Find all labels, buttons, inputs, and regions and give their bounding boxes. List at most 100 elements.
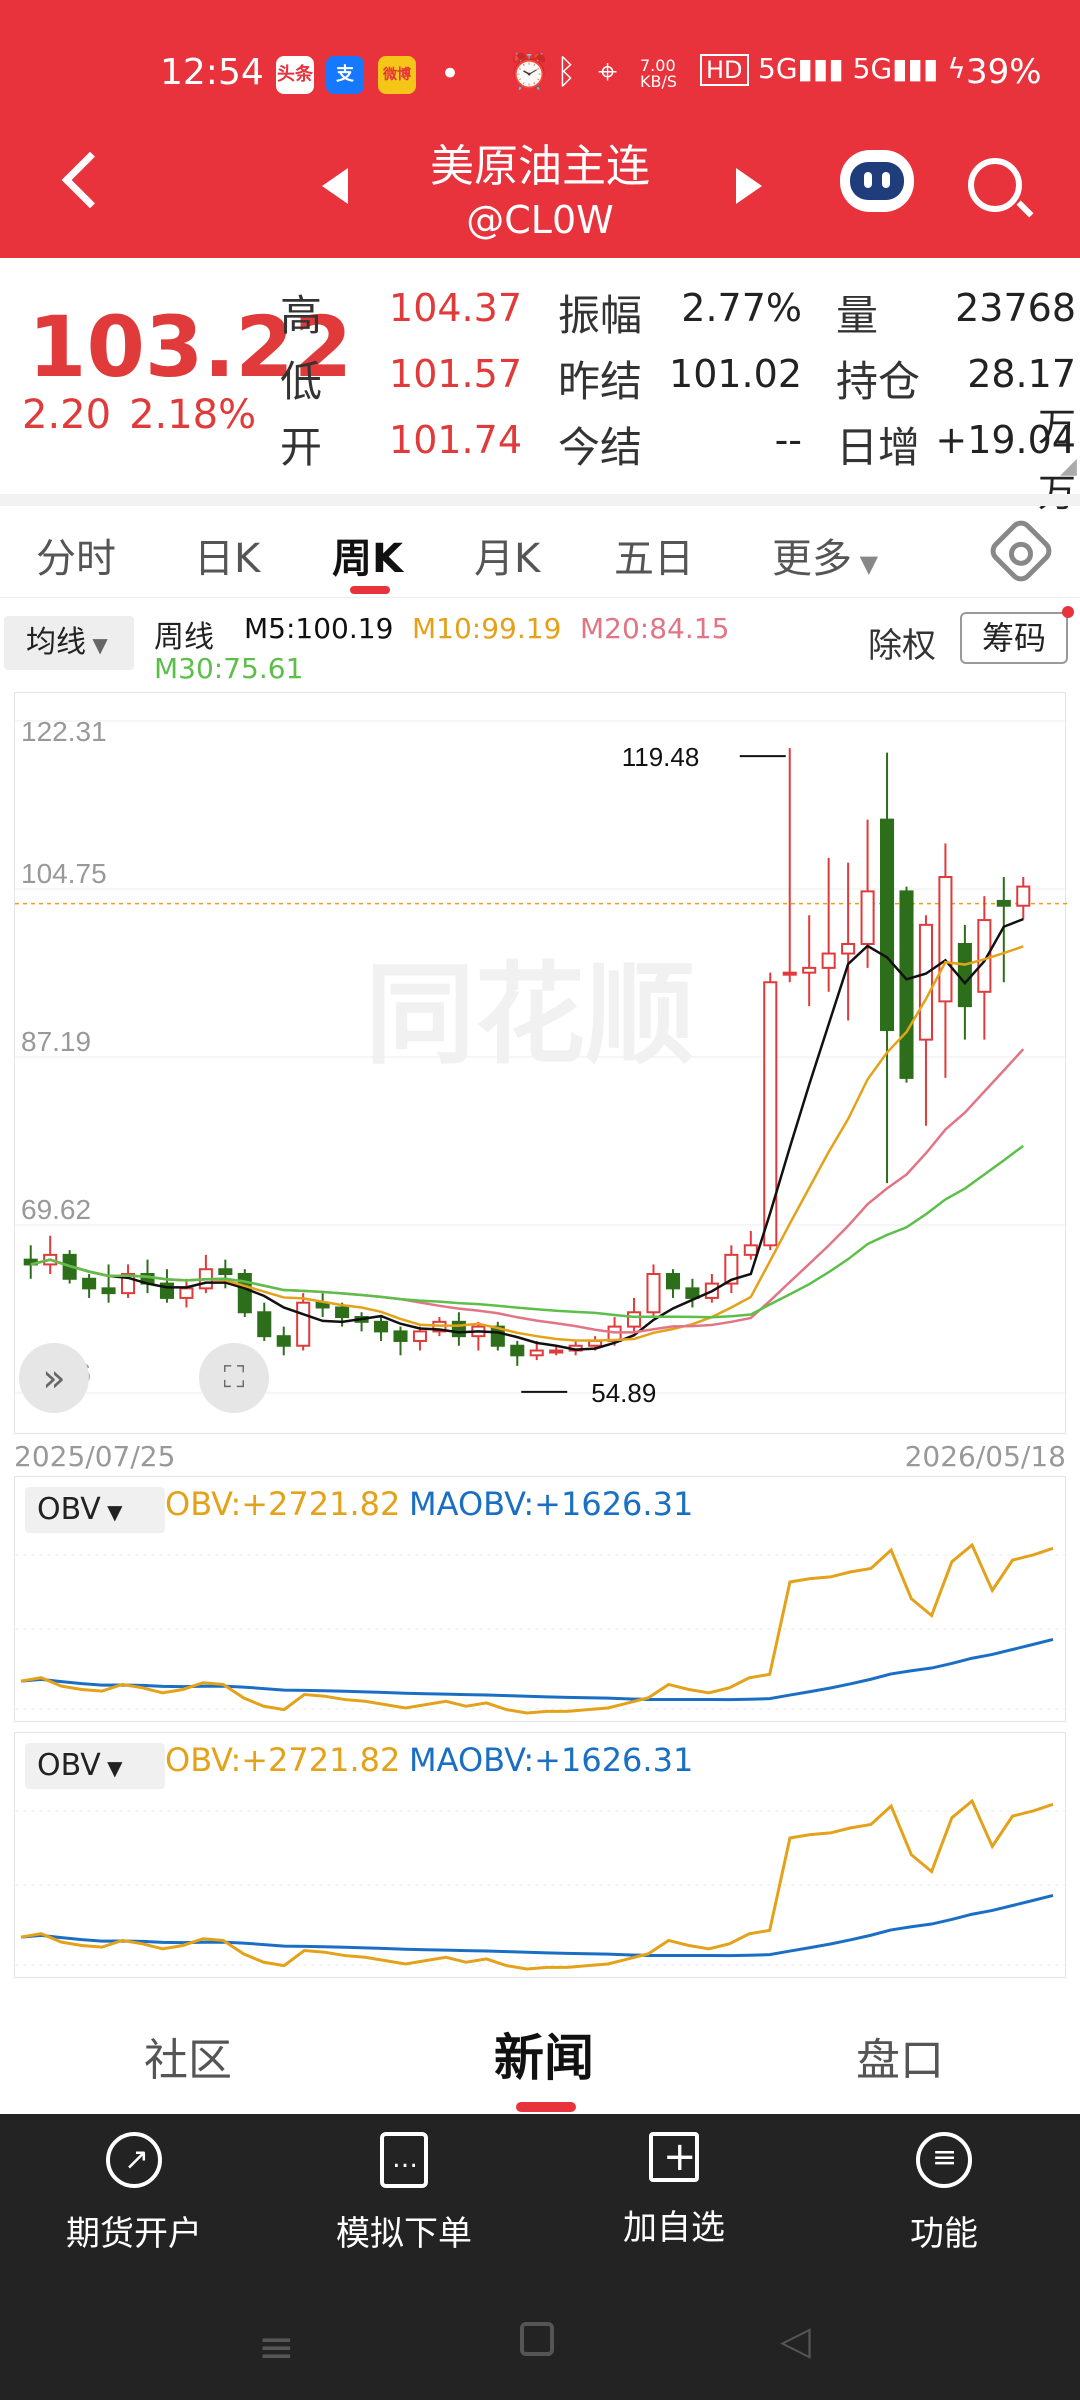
value-open: 101.74 xyxy=(389,418,522,462)
candle-up xyxy=(646,1273,661,1314)
value-today-settle: -- xyxy=(774,418,802,462)
signal-icon: 5G▮▮▮ 5G▮▮▮ ϟ xyxy=(758,52,966,85)
candle-down xyxy=(276,1335,291,1347)
candle-down xyxy=(510,1344,525,1357)
contract-code: @CL0W xyxy=(466,198,614,242)
next-contract-icon[interactable] xyxy=(736,168,762,204)
y-tick-label: 87.19 xyxy=(21,1026,91,1057)
battery-level: 39% xyxy=(966,52,1042,92)
label-daily-increase: 日增 xyxy=(836,423,921,472)
candle-down xyxy=(101,1287,116,1295)
candle-down xyxy=(335,1306,350,1319)
tab-daily-k[interactable]: 日K xyxy=(194,526,260,584)
candle-up xyxy=(918,923,933,1041)
add-watchlist-button[interactable]: + 加自选 xyxy=(574,2132,774,2249)
candle-up xyxy=(296,1301,311,1347)
candle-down xyxy=(685,1287,700,1299)
ma-select[interactable]: 均线 ▼ xyxy=(4,616,134,670)
tab-more[interactable]: 更多 ▼ xyxy=(772,526,878,584)
value-prev-settle: 101.02 xyxy=(669,352,802,396)
fullscreen-icon[interactable]: ⛶ xyxy=(199,1343,269,1413)
candle-up xyxy=(821,952,836,969)
alarm-icon: ⏰ xyxy=(508,52,551,92)
document-icon: … xyxy=(380,2132,428,2188)
label-open-interest: 持仓 xyxy=(836,357,921,406)
candle-down xyxy=(82,1277,97,1290)
contract-title: 美原油主连 xyxy=(430,141,650,192)
candle-down xyxy=(393,1330,408,1342)
candle-up xyxy=(841,942,856,955)
toutiao-icon: 头条 xyxy=(276,56,314,94)
ma30-value: M30:75.61 xyxy=(154,652,304,685)
candlestick-svg: 122.31104.7587.1969.6252.06同花顺119.4854.8… xyxy=(15,716,1067,1408)
alipay-icon: 支 xyxy=(326,56,364,94)
tab-news[interactable]: 新闻 xyxy=(494,2018,594,2090)
nav-back-icon[interactable]: ◁ xyxy=(780,2318,811,2364)
label-high: 高 xyxy=(280,291,323,340)
value-high: 104.37 xyxy=(389,286,522,330)
candle-up xyxy=(802,966,817,974)
tab-five-day[interactable]: 五日 xyxy=(614,526,694,584)
label-low: 低 xyxy=(280,357,323,406)
end-date: 2026/05/18 xyxy=(904,1440,1066,1473)
weibo-icon: 微博 xyxy=(378,56,416,94)
tab-monthly-k[interactable]: 月K xyxy=(474,526,540,584)
expand-left-icon[interactable]: » xyxy=(19,1343,89,1413)
pen-icon: ↗ xyxy=(106,2132,162,2188)
y-tick-label: 122.31 xyxy=(21,716,107,747)
ex-rights-button[interactable]: 除权 xyxy=(868,618,936,667)
chip-distribution-button[interactable]: 筹码 xyxy=(960,612,1068,664)
bluetooth-icon: ᛒ xyxy=(556,52,577,92)
hd-icon: HD xyxy=(700,54,749,86)
open-account-button[interactable]: ↗ 期货开户 xyxy=(34,2132,234,2255)
candlestick-chart[interactable]: 122.31104.7587.1969.6252.06同花顺119.4854.8… xyxy=(14,692,1067,1434)
tab-order-book[interactable]: 盘口 xyxy=(856,2024,944,2088)
plus-square-icon: + xyxy=(649,2132,699,2182)
candle-up xyxy=(763,981,778,1247)
price-change: 2.20 2.18% xyxy=(22,392,257,438)
obv-chart-1 xyxy=(15,1542,1067,1715)
ma20-value: M20:84.15 xyxy=(580,612,730,645)
candle-up xyxy=(938,876,953,1003)
function-button[interactable]: ≡ 功能 xyxy=(844,2132,1044,2255)
ma-legend: 均线 ▼ 周线 M5:100.19 M10:99.19 M20:84.15 M3… xyxy=(0,598,1080,688)
status-time: 12:54 xyxy=(160,52,264,93)
label-prev-settle: 昨结 xyxy=(558,357,643,406)
dropdown-icon: ▼ xyxy=(86,633,108,657)
robot-assistant-icon[interactable] xyxy=(840,150,914,212)
settings-icon[interactable] xyxy=(985,515,1057,587)
candle-down xyxy=(257,1311,272,1338)
y-tick-label: 69.62 xyxy=(21,1194,91,1225)
value-low: 101.57 xyxy=(389,352,522,396)
search-icon[interactable] xyxy=(968,158,1022,212)
candle-up xyxy=(549,1349,564,1354)
obv-panel-1: OBV ▼ OBV:+2721.82 MAOBV:+1626.31 xyxy=(14,1476,1067,1722)
quote-panel: 103.22 2.20 2.18% 高 104.37 低 101.57 开 101… xyxy=(0,258,1080,515)
nav-home-icon[interactable] xyxy=(520,2322,554,2356)
notification-dot xyxy=(1062,606,1074,618)
candle-up xyxy=(860,890,875,945)
tab-community[interactable]: 社区 xyxy=(144,2024,232,2088)
nav-menu-icon[interactable]: ≡ xyxy=(258,2322,295,2373)
label-volume: 量 xyxy=(836,291,879,340)
ma10-value: M10:99.19 xyxy=(412,612,562,645)
simulate-order-button[interactable]: … 模拟下单 xyxy=(304,2132,504,2255)
net-speed: 7.00 KB/S xyxy=(640,56,678,91)
tab-intraday[interactable]: 分时 xyxy=(36,526,116,584)
dropdown-icon: ▼ xyxy=(852,550,879,578)
candle-down xyxy=(957,942,972,1008)
label-amplitude: 振幅 xyxy=(558,291,643,340)
value-amplitude: 2.77% xyxy=(681,286,802,330)
candle-up xyxy=(627,1311,642,1328)
menu-circle-icon: ≡ xyxy=(916,2132,972,2188)
candle-down xyxy=(996,899,1011,907)
label-open: 开 xyxy=(280,423,323,472)
value-volume: 23768 xyxy=(955,286,1076,330)
candle-up xyxy=(529,1349,544,1357)
expand-corner-icon[interactable]: ◢ xyxy=(1060,454,1077,479)
label-today-settle: 今结 xyxy=(558,423,643,472)
candle-down xyxy=(218,1268,233,1276)
candle-down xyxy=(374,1320,389,1333)
tab-weekly-k[interactable]: 周K xyxy=(332,526,403,584)
app-header: 12:54 头条 支 微博 • ⏰ ᛒ ⌖ 7.00 KB/S HD 5G▮▮▮… xyxy=(0,0,1080,258)
